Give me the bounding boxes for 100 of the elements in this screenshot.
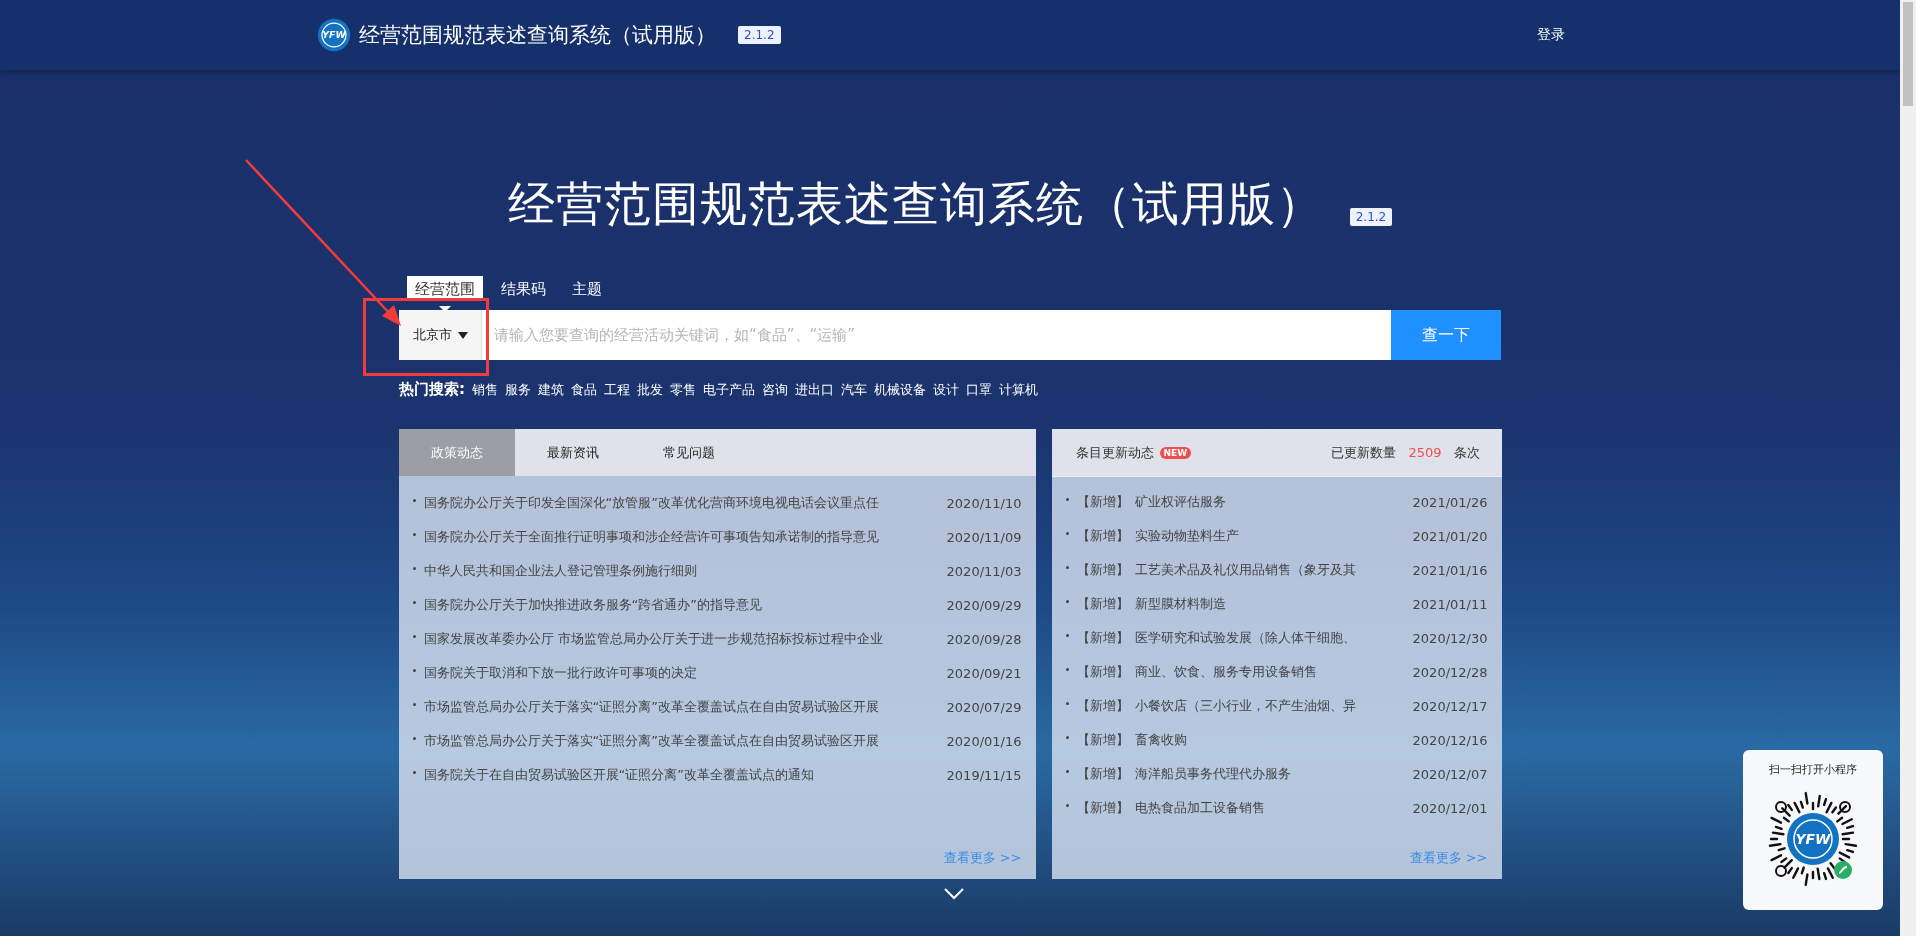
bullet-icon [1065,667,1069,671]
mini-program-code: YFW [1757,783,1869,895]
update-link[interactable]: 商业、饮食、服务专用设备销售 [1134,663,1399,681]
city-dropdown[interactable]: 北京市 [399,310,482,360]
keyword-link[interactable]: 工程 [604,380,630,399]
update-link[interactable]: 实验动物垫料生产 [1134,527,1399,545]
bullet-icon [412,532,416,536]
bullet-icon [412,600,416,604]
bullet-icon [412,498,416,502]
update-link[interactable]: 医学研究和试验发展（除人体干细胞、 [1134,629,1399,647]
update-date: 2020/12/07 [1412,766,1488,782]
bullet-icon [412,736,416,740]
update-date: 2021/01/20 [1412,528,1488,544]
search-tab[interactable]: 经营范围 [407,276,483,298]
keyword-link[interactable]: 计算机 [999,380,1038,399]
keyword-link[interactable]: 电子产品 [703,380,755,399]
update-date: 2020/12/16 [1412,732,1488,748]
update-date: 2020/12/17 [1412,698,1488,714]
bullet-icon [412,634,416,638]
keyword-link[interactable]: 食品 [571,380,597,399]
search-button[interactable]: 查一下 [1391,310,1501,360]
chevron-down-icon[interactable] [944,888,964,900]
news-date: 2020/01/16 [946,733,1022,749]
news-tab[interactable]: 最新资讯 [514,429,631,476]
qr-caption: 扫一扫打开小程序 [1769,762,1857,777]
news-link[interactable]: 国家发展改革委办公厅 市场监管总局办公厅关于进一步规范招标投标过程中企业 [423,630,933,648]
count-unit: 条次 [1453,443,1480,462]
item-tag: 【新增】 [1076,663,1129,681]
bullet-icon [412,566,416,570]
bullet-icon [412,770,416,774]
scrollbar[interactable] [1900,0,1916,936]
update-date: 2020/12/01 [1412,800,1488,816]
update-link[interactable]: 畜禽收购 [1134,731,1399,749]
item-tag: 【新增】 [1076,765,1129,783]
bullet-icon [1065,531,1069,535]
keyword-link[interactable]: 零售 [670,380,696,399]
item-tag: 【新增】 [1076,697,1129,715]
item-tag: 【新增】 [1076,629,1129,647]
update-link[interactable]: 海洋船员事务代理代办服务 [1134,765,1399,783]
keyword-link[interactable]: 咨询 [762,380,788,399]
keyword-link[interactable]: 服务 [505,380,531,399]
news-link[interactable]: 市场监管总局办公厅关于落实“证照分离”改革全覆盖试点在自由贸易试验区开展 [423,732,933,750]
keyword-link[interactable]: 销售 [472,380,498,399]
bullet-icon [1065,497,1069,501]
news-link[interactable]: 国务院办公厅关于全面推行证明事项和涉企经营许可事项告知承诺制的指导意见 [423,528,933,546]
bullet-icon [1065,599,1069,603]
site-title: 经营范围规范表述查询系统（试用版） [359,22,716,49]
news-link[interactable]: 市场监管总局办公厅关于落实“证照分离”改革全覆盖试点在自由贸易试验区开展 [423,698,933,716]
update-date: 2021/01/16 [1412,562,1488,578]
update-date: 2021/01/11 [1412,596,1488,612]
news-link[interactable]: 国务院关于取消和下放一批行政许可事项的决定 [423,664,933,682]
search-field[interactable]: 请输入您要查询的经营活动关键词，如“食品”、“运输” [482,310,1391,360]
bullet-icon [1065,769,1069,773]
news-date: 2019/11/15 [946,767,1022,783]
login-link[interactable]: 登录 [1537,26,1565,44]
news-date: 2020/09/29 [946,597,1022,613]
item-tag: 【新增】 [1076,595,1129,613]
bullet-icon [412,668,416,672]
keyword-link[interactable]: 机械设备 [874,380,926,399]
version-tag: 2.1.2 [1349,208,1393,226]
news-date: 2020/09/28 [946,631,1022,647]
news-link[interactable]: 国务院办公厅关于印发全国深化“放管服”改革优化营商环境电视电话会议重点任 [423,494,933,512]
update-link[interactable]: 新型膜材料制造 [1134,595,1399,613]
update-link[interactable]: 小餐饮店（三小行业，不产生油烟、异 [1134,697,1399,715]
news-date: 2020/07/29 [946,699,1022,715]
keyword-link[interactable]: 进出口 [795,380,834,399]
search-tab[interactable]: 主题 [564,276,610,298]
bullet-icon [1065,735,1069,739]
news-link[interactable]: 国务院关于在自由贸易试验区开展“证照分离”改革全覆盖试点的通知 [423,766,933,784]
keyword-link[interactable]: 汽车 [841,380,867,399]
search-tab[interactable]: 结果码 [493,276,554,298]
version-tag: 2.1.2 [738,26,781,44]
keyword-link[interactable]: 口罩 [966,380,992,399]
update-date: 2020/12/30 [1412,630,1488,646]
keyword-link[interactable]: 设计 [933,380,959,399]
news-link[interactable]: 中华人民共和国企业法人登记管理条例施行细则 [423,562,933,580]
update-date: 2021/01/26 [1412,494,1488,510]
item-tag: 【新增】 [1076,799,1129,817]
update-date: 2020/12/28 [1412,664,1488,680]
update-link[interactable]: 电热食品加工设备销售 [1134,799,1399,817]
news-date: 2020/11/09 [946,529,1022,545]
keyword-link[interactable]: 批发 [637,380,663,399]
new-badge: NEW [1159,446,1192,459]
news-date: 2020/09/21 [946,665,1022,681]
news-link[interactable]: 国务院办公厅关于加快推进政务服务“跨省通办”的指导意见 [423,596,933,614]
count-label: 已更新数量 [1331,443,1397,462]
news-tab[interactable]: 常见问题 [630,429,747,476]
update-link[interactable]: 工艺美术品及礼仪用品销售（象牙及其 [1134,561,1399,579]
keyword-link[interactable]: 建筑 [538,380,564,399]
update-link[interactable]: 矿业权评估服务 [1134,493,1399,511]
news-date: 2020/11/10 [946,495,1022,511]
update-count: 2509 [1408,445,1442,460]
bullet-icon [1065,701,1069,705]
item-tag: 【新增】 [1076,561,1129,579]
scrollbar-thumb[interactable] [1903,2,1913,106]
caret-icon [457,331,468,339]
item-tag: 【新增】 [1076,731,1129,749]
hot-search-label: 热门搜索: [399,380,465,399]
bullet-icon [412,702,416,706]
news-date: 2020/11/03 [946,563,1022,579]
